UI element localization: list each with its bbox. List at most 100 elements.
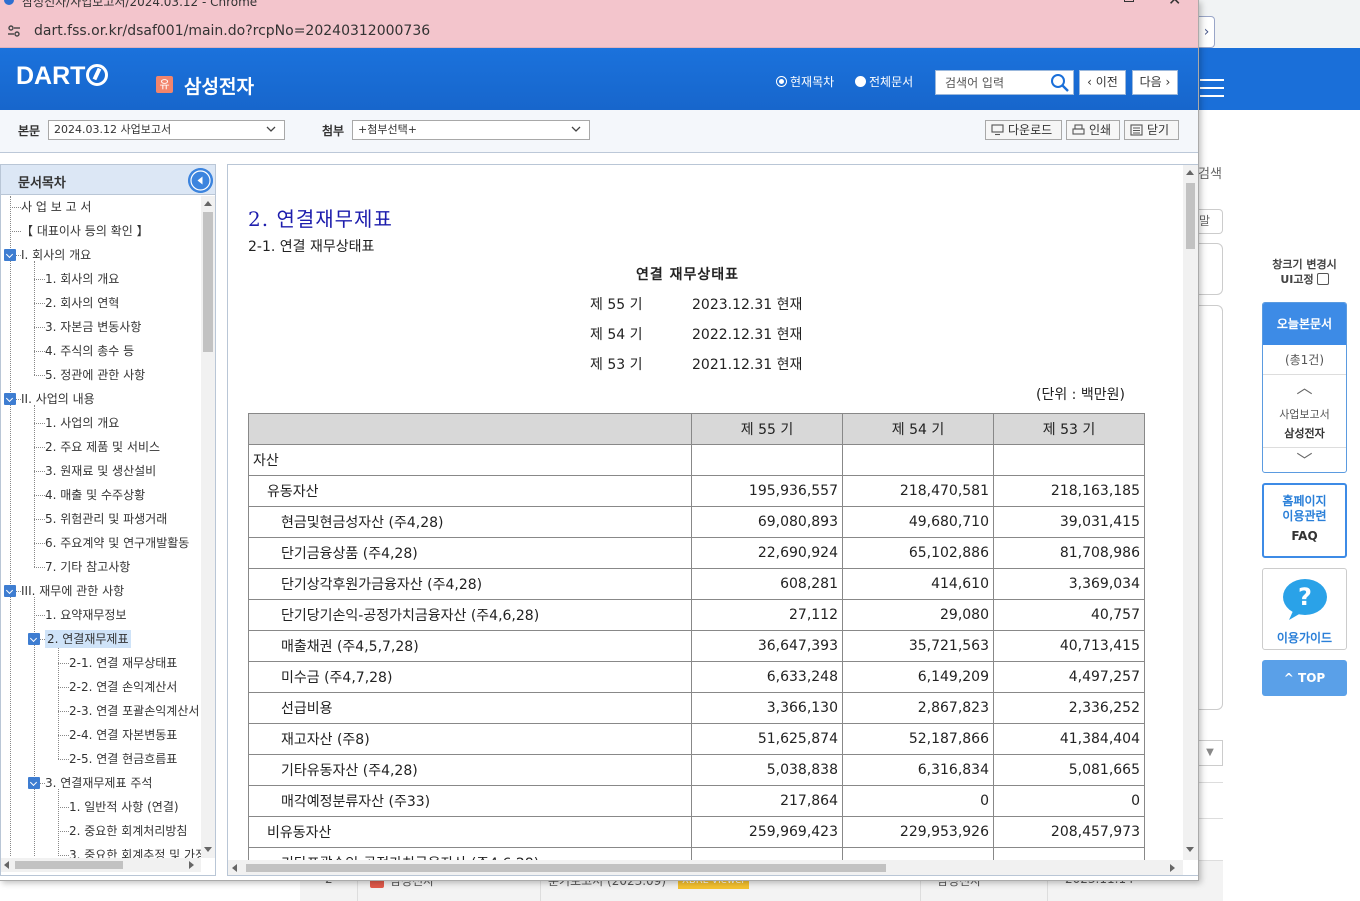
- ui-fixed-checkbox[interactable]: [1316, 273, 1329, 285]
- toc-item[interactable]: 2-2. 연결 손익계산서: [69, 676, 177, 698]
- document-horizontal-scroll-thumb[interactable]: [246, 864, 886, 872]
- document-vertical-scroll-thumb[interactable]: [1186, 183, 1195, 249]
- hamburger-menu-icon[interactable]: [1200, 79, 1224, 97]
- toc-item[interactable]: 2-5. 연결 현금흐름표: [69, 748, 177, 770]
- toc-item[interactable]: 1. 요약재무정보: [45, 604, 127, 626]
- toc-item[interactable]: 2-4. 연결 자본변동표: [69, 724, 177, 746]
- search-input[interactable]: [936, 71, 1046, 94]
- amount-cell: 4,497,257: [993, 661, 1145, 693]
- maximize-icon[interactable]: [1124, 0, 1134, 2]
- toc-item[interactable]: 1. 회사의 개요: [45, 268, 119, 290]
- expand-toggle-icon[interactable]: [4, 585, 16, 597]
- url-text[interactable]: dart.fss.or.kr/dsaf001/main.do?rcpNo=202…: [34, 23, 430, 39]
- next-button[interactable]: 다음 ›: [1132, 70, 1178, 95]
- scroll-left-arrow-icon[interactable]: [232, 864, 237, 872]
- recent-doc-type[interactable]: 사업보고서: [1263, 406, 1346, 422]
- user-guide-button[interactable]: ? 이용가이드: [1262, 568, 1347, 650]
- toc-item[interactable]: 5. 위험관리 및 파생거래: [45, 508, 167, 530]
- amount-cell: 36,647,393: [691, 630, 843, 662]
- toc-item[interactable]: 1. 사업의 개요: [45, 412, 119, 434]
- toc-horizontal-scroll-thumb[interactable]: [15, 861, 123, 869]
- toc-item[interactable]: 3. 자본금 변동사항: [45, 316, 141, 338]
- radio-button[interactable]: [855, 76, 866, 87]
- toc-connector: [34, 423, 45, 424]
- toc-item[interactable]: 2-1. 연결 재무상태표: [69, 652, 177, 674]
- scroll-down-arrow-icon[interactable]: [204, 847, 212, 852]
- close-icon[interactable]: ✕: [1168, 0, 1181, 8]
- toc-vertical-scroll-thumb[interactable]: [203, 212, 213, 352]
- chevron-down-icon: [266, 126, 276, 132]
- toc-item[interactable]: 사 업 보 고 서: [21, 196, 91, 218]
- site-settings-icon[interactable]: [7, 24, 21, 38]
- toc-item[interactable]: 6. 주요계약 및 연구개발활동: [45, 532, 189, 554]
- prev-button[interactable]: ‹ 이전: [1079, 70, 1126, 95]
- search-icon[interactable]: [1050, 73, 1070, 93]
- expand-toggle-icon[interactable]: [28, 633, 40, 645]
- toc-item[interactable]: 3. 중요한 회계추정 및 가정: [69, 844, 201, 858]
- dart-logo[interactable]: DART: [16, 62, 109, 91]
- scroll-right-arrow-icon[interactable]: [189, 861, 194, 869]
- bg-scroll-right-button[interactable]: ›: [1199, 16, 1215, 48]
- collapse-toc-icon[interactable]: [188, 168, 213, 193]
- printer-icon: [1072, 124, 1085, 135]
- toc-item-label: 3. 원재료 및 생산설비: [45, 464, 157, 478]
- toc-item[interactable]: 4. 매출 및 수주상황: [45, 484, 145, 506]
- toc-item[interactable]: 2. 연결재무제표: [45, 628, 131, 650]
- download-button[interactable]: 다운로드: [985, 120, 1062, 140]
- toc-item[interactable]: 2-3. 연결 포괄손익계산서: [69, 700, 199, 722]
- toc-item[interactable]: 2. 주요 제품 및 서비스: [45, 436, 160, 458]
- radio-current-toc-label: 현재목차: [790, 75, 835, 89]
- toc-item-label: 7. 기타 참고사항: [45, 560, 131, 574]
- toc-vertical-scrollbar[interactable]: [201, 196, 215, 858]
- toc-connector: [34, 543, 45, 544]
- toc-item[interactable]: II. 사업의 내용: [21, 388, 95, 410]
- chevron-down-icon[interactable]: ﹀: [1263, 447, 1346, 472]
- toc-connector: [34, 279, 45, 280]
- document-horizontal-scrollbar[interactable]: [228, 860, 1183, 875]
- address-bar[interactable]: dart.fss.or.kr/dsaf001/main.do?rcpNo=202…: [0, 15, 1198, 48]
- toc-item[interactable]: III. 재무에 관한 사항: [21, 580, 124, 602]
- toc-item[interactable]: 3. 연결재무제표 주석: [45, 772, 152, 794]
- expand-toggle-icon[interactable]: [4, 249, 16, 261]
- toc-item[interactable]: 2. 회사의 연혁: [45, 292, 119, 314]
- main-doc-select[interactable]: 2024.03.12 사업보고서: [48, 120, 285, 140]
- scroll-up-arrow-icon[interactable]: [1186, 170, 1194, 175]
- expand-toggle-icon[interactable]: [4, 393, 16, 405]
- bg-partial-panel: [1198, 243, 1223, 295]
- amount-cell: 218,163,185: [993, 475, 1145, 507]
- chevron-up-icon[interactable]: ︿: [1263, 375, 1346, 401]
- scroll-top-button[interactable]: ^ TOP: [1262, 660, 1347, 696]
- toc-item[interactable]: 2. 중요한 회계처리방침: [69, 820, 187, 842]
- toc-connector: [58, 663, 69, 664]
- toc-item[interactable]: 3. 원재료 및 생산설비: [45, 460, 156, 482]
- toc-item[interactable]: 1. 일반적 사항 (연결): [69, 796, 179, 818]
- scroll-left-arrow-icon[interactable]: [4, 861, 9, 869]
- print-button[interactable]: 인쇄: [1066, 120, 1120, 140]
- toc-item-label: 1. 회사의 개요: [45, 272, 120, 286]
- attachment-select[interactable]: +첨부선택+: [352, 120, 590, 140]
- homepage-faq-button[interactable]: 홈페이지 이용관련 FAQ: [1262, 483, 1347, 558]
- amount-cell: 0: [993, 785, 1145, 817]
- toc-title: 문서목차: [18, 176, 66, 191]
- close-button[interactable]: 닫기: [1124, 120, 1179, 140]
- radio-current-toc[interactable]: 현재목차: [776, 73, 834, 90]
- bg-select-chevron-icon[interactable]: ▼: [1198, 740, 1223, 766]
- recent-doc-corp[interactable]: 삼성전자: [1263, 425, 1346, 447]
- dart-logo-mark-icon: [86, 64, 109, 86]
- scroll-right-arrow-icon[interactable]: [1170, 864, 1175, 872]
- radio-all-document[interactable]: 전체문서: [855, 73, 913, 90]
- toc-item[interactable]: I. 회사의 개요: [21, 244, 91, 266]
- column-header: 제 55 기: [691, 413, 843, 445]
- scroll-up-arrow-icon[interactable]: [204, 201, 212, 206]
- toc-horizontal-scrollbar[interactable]: [1, 858, 201, 872]
- toc-guide-line: [58, 789, 59, 856]
- toc-item[interactable]: 4. 주식의 총수 등: [45, 340, 134, 362]
- radio-button[interactable]: [776, 76, 787, 87]
- toc-item[interactable]: 5. 정관에 관한 사항: [45, 364, 145, 386]
- toc-item[interactable]: 【 대표이사 등의 확인 】: [21, 220, 149, 242]
- expand-toggle-icon[interactable]: [28, 777, 40, 789]
- document-vertical-scrollbar[interactable]: [1183, 165, 1198, 860]
- toc-item-label: 2-2. 연결 손익계산서: [69, 680, 178, 694]
- toc-item[interactable]: 7. 기타 참고사항: [45, 556, 130, 578]
- scroll-down-arrow-icon[interactable]: [1186, 847, 1194, 852]
